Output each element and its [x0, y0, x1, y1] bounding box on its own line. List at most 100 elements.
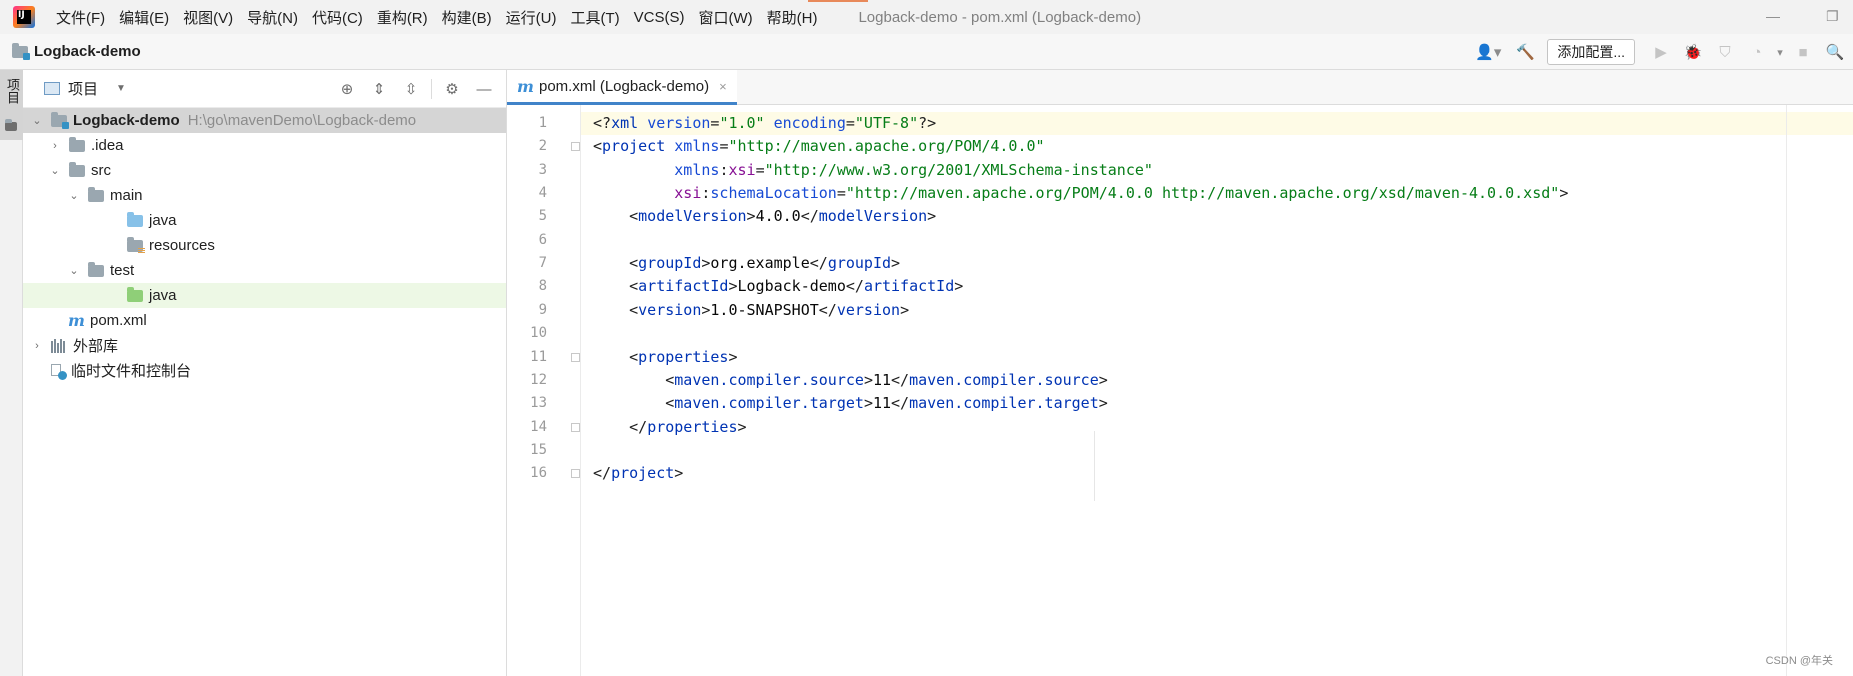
tab-pom-xml[interactable]: m pom.xml (Logback-demo) ×: [507, 70, 737, 105]
code-line[interactable]: <modelVersion>4.0.0</modelVersion>: [581, 205, 1853, 228]
tree-item-test-java[interactable]: java: [23, 283, 506, 308]
fold-marker-icon[interactable]: [571, 142, 580, 152]
chevron-down-icon[interactable]: ▼: [116, 83, 126, 94]
code-line[interactable]: xsi:schemaLocation="http://maven.apache.…: [581, 182, 1853, 205]
locate-file-icon[interactable]: ⊕: [336, 78, 358, 100]
tree-item-logback-demo[interactable]: ⌄ Logback-demo H:\go\mavenDemo\Logback-d…: [23, 108, 506, 133]
menu-navigate[interactable]: 导航(N): [240, 7, 305, 28]
menu-tools[interactable]: 工具(T): [563, 7, 626, 28]
line-number: 9: [538, 301, 547, 318]
project-panel: 项目 ▼ ⊕ ⇕ ⇳ ⚙ — ⌄ Logback-demo H:\go\mave…: [23, 70, 507, 676]
menu-file[interactable]: 文件(F): [49, 7, 112, 28]
code-line[interactable]: [581, 322, 1853, 345]
tree-item-main[interactable]: ⌄ main: [23, 183, 506, 208]
fold-marker-icon[interactable]: [571, 469, 580, 479]
search-icon[interactable]: 🔍: [1825, 42, 1845, 62]
code-line[interactable]: <maven.compiler.target>11</maven.compile…: [581, 392, 1853, 415]
tree-item-label: test: [110, 262, 135, 279]
run-icon[interactable]: ▶: [1651, 42, 1671, 62]
tree-item-resources[interactable]: resources: [23, 233, 506, 258]
menu-code[interactable]: 代码(C): [305, 7, 370, 28]
line-number: 7: [538, 255, 547, 272]
tree-item-path: H:\go\mavenDemo\Logback-demo: [187, 112, 417, 129]
tree-item-idea[interactable]: › .idea: [23, 133, 506, 158]
fold-marker-icon[interactable]: [571, 422, 580, 432]
tree-item-main-java[interactable]: java: [23, 208, 506, 233]
chevron-right-icon[interactable]: ›: [31, 340, 43, 352]
code-token: <: [593, 254, 639, 273]
chevron-down-icon[interactable]: ⌄: [68, 189, 80, 202]
build-hammer-icon[interactable]: 🔨: [1515, 42, 1535, 62]
app-icon-label: IJ: [18, 10, 25, 20]
close-icon[interactable]: ×: [719, 79, 727, 94]
code-line[interactable]: <groupId>org.example</groupId>: [581, 252, 1853, 275]
code-line[interactable]: [581, 439, 1853, 462]
menu-edit[interactable]: 编辑(E): [112, 7, 176, 28]
line-number: 13: [530, 395, 547, 412]
folder-icon: [5, 119, 17, 131]
tree-item-external-libraries[interactable]: › 外部库: [23, 333, 506, 358]
menu-run[interactable]: 运行(U): [499, 7, 564, 28]
code-line[interactable]: xmlns:xsi="http://www.w3.org/2001/XMLSch…: [581, 159, 1853, 182]
chevron-down-icon[interactable]: ⌄: [49, 164, 61, 177]
stop-icon[interactable]: ■: [1793, 42, 1813, 62]
project-tool-window-tab[interactable]: 项目: [0, 70, 23, 140]
code-line[interactable]: <version>1.0-SNAPSHOT</version>: [581, 299, 1853, 322]
code-line[interactable]: <project xmlns="http://maven.apache.org/…: [581, 135, 1853, 158]
code-token: artifactId: [638, 277, 729, 296]
run-toolbar: 👤▾ 🔨 添加配置... ▶ 🐞 ⛉ ◔ ▾ ■ 🔍: [1467, 34, 1853, 70]
tree-item-test[interactable]: ⌄ test: [23, 258, 506, 283]
user-icon[interactable]: 👤▾: [1473, 42, 1503, 62]
fold-marker-icon[interactable]: [571, 352, 580, 362]
code-line[interactable]: <artifactId>Logback-demo</artifactId>: [581, 275, 1853, 298]
resources-folder-icon: [127, 236, 145, 254]
menu-view[interactable]: 视图(V): [176, 7, 240, 28]
code-line[interactable]: </project>: [581, 462, 1853, 485]
code-token: maven.compiler.source: [674, 370, 864, 389]
profile-icon[interactable]: ◔: [1747, 42, 1767, 62]
code-token: "http://maven.apache.org/POM/4.0.0": [728, 137, 1045, 156]
code-token: groupId: [638, 254, 702, 273]
code-line[interactable]: [581, 229, 1853, 252]
minimize-button[interactable]: —: [1766, 8, 1780, 24]
menu-refactor[interactable]: 重构(R): [370, 7, 435, 28]
code-area[interactable]: <?xml version="1.0" encoding="UTF-8"?> <p…: [581, 105, 1853, 676]
gear-icon[interactable]: ⚙: [441, 78, 463, 100]
code-line[interactable]: <maven.compiler.source>11</maven.compile…: [581, 369, 1853, 392]
menu-build[interactable]: 构建(B): [435, 7, 499, 28]
menu-window[interactable]: 窗口(W): [691, 7, 759, 28]
coverage-icon[interactable]: ⛉: [1715, 42, 1735, 62]
code-token: xmlns: [674, 160, 720, 179]
add-configuration-button[interactable]: 添加配置...: [1547, 39, 1635, 65]
more-run-options-icon[interactable]: ▾: [1775, 42, 1785, 62]
hide-panel-icon[interactable]: —: [473, 78, 495, 100]
line-number-gutter[interactable]: 1 2 3 4 5 6 7 8 9 10 11 12 13 14 15 16: [507, 105, 581, 676]
chevron-down-icon[interactable]: ⌄: [31, 114, 43, 127]
chevron-down-icon[interactable]: ⌄: [68, 264, 80, 277]
line-number: 5: [538, 208, 547, 225]
code-token: maven.compiler.target: [909, 394, 1099, 413]
line-number: 16: [530, 465, 547, 482]
code-token: >: [737, 417, 747, 436]
tree-item-scratches[interactable]: 临时文件和控制台: [23, 358, 506, 383]
module-folder-icon: [51, 111, 69, 129]
menu-help[interactable]: 帮助(H): [760, 7, 825, 28]
code-token: <: [593, 300, 639, 319]
breadcrumb[interactable]: Logback-demo: [12, 42, 141, 60]
code-line[interactable]: <?xml version="1.0" encoding="UTF-8"?>: [581, 112, 1853, 135]
tree-item-src[interactable]: ⌄ src: [23, 158, 506, 183]
code-line[interactable]: <properties>: [581, 346, 1853, 369]
tree-item-label: resources: [149, 237, 215, 254]
collapse-all-icon[interactable]: ⇳: [400, 78, 422, 100]
chevron-right-icon[interactable]: ›: [49, 140, 61, 152]
folder-icon: [88, 186, 104, 202]
maven-file-icon: m: [517, 76, 534, 96]
expand-all-icon[interactable]: ⇕: [368, 78, 390, 100]
code-line[interactable]: </properties>: [581, 416, 1853, 439]
restore-button[interactable]: ❐: [1826, 8, 1839, 25]
menu-vcs[interactable]: VCS(S): [627, 9, 692, 26]
debug-icon[interactable]: 🐞: [1683, 42, 1703, 62]
tree-item-pom-xml[interactable]: m pom.xml: [23, 308, 506, 333]
project-panel-title[interactable]: 项目: [68, 78, 98, 99]
